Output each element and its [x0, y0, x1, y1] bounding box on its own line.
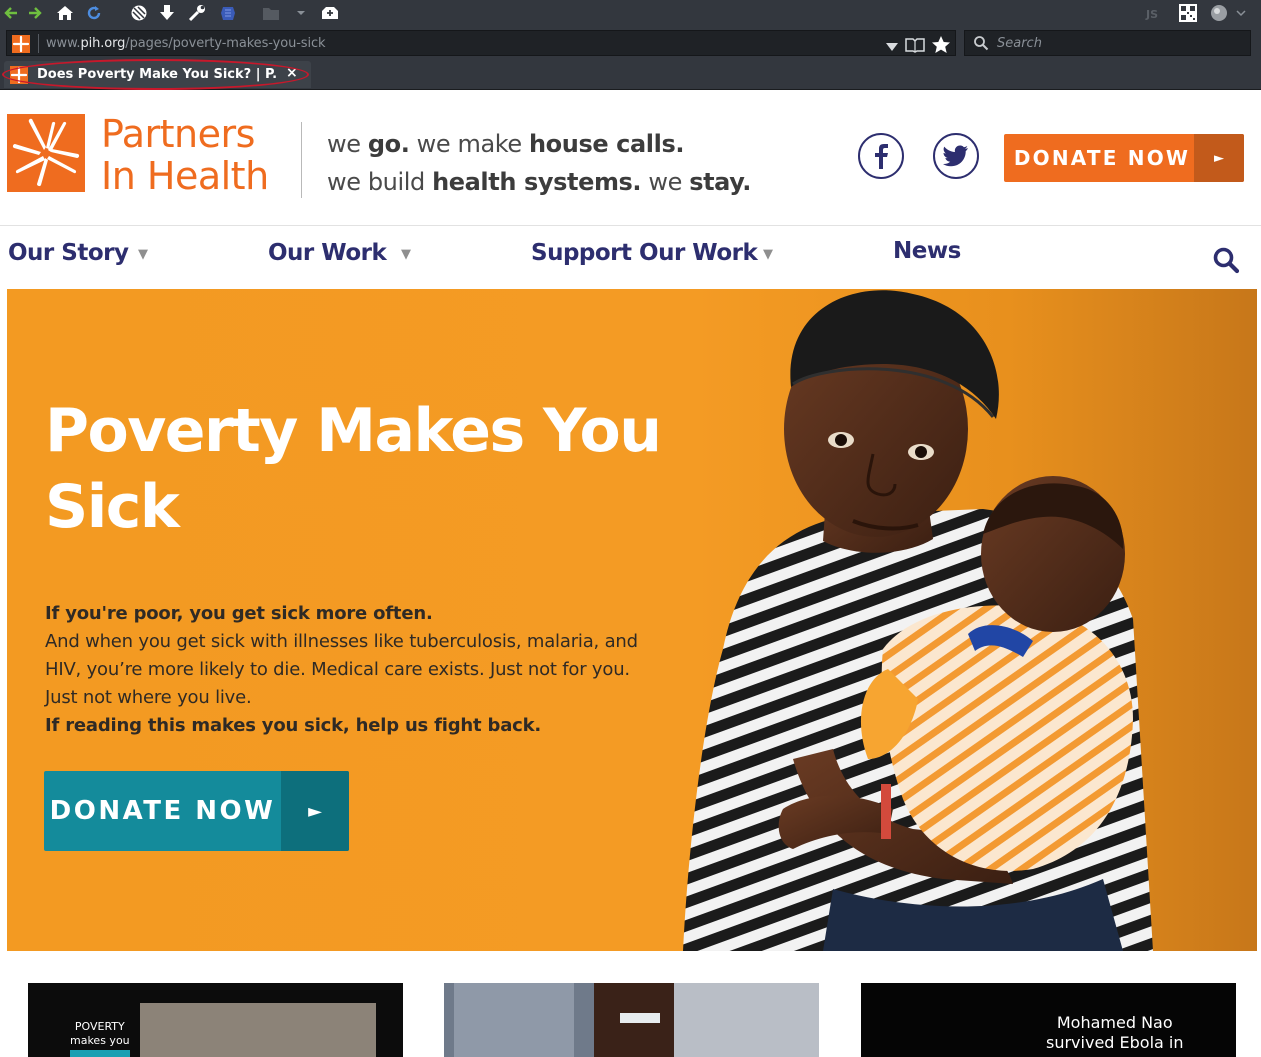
url-actions: [885, 35, 951, 58]
hero-paragraph: And when you get sick with illnesses lik…: [45, 631, 638, 708]
reader-view-icon[interactable]: [905, 37, 925, 57]
download-icon[interactable]: [159, 4, 175, 22]
browser-toolbar: JS: [0, 0, 1261, 28]
thumbnail-caption: Mohamed Nao survived Ebola in: [1046, 1013, 1184, 1052]
hero-photo-mother-and-child: [683, 290, 1153, 951]
main-nav: Our Story ▼ Our Work ▼ Support Our Work …: [0, 227, 1261, 289]
nav-item-support-our-work[interactable]: Support Our Work: [531, 240, 758, 266]
nav-item-our-work[interactable]: Our Work: [268, 240, 387, 266]
tab-strip: Does Poverty Make You Sick? | P... ×: [0, 58, 1261, 90]
url-bar[interactable]: www.pih.org/pages/poverty-makes-you-sick: [6, 30, 956, 56]
play-arrow-icon: ►: [281, 771, 349, 851]
extension-icon[interactable]: [219, 4, 237, 22]
site-favicon-icon: [12, 35, 30, 53]
twitter-icon[interactable]: [933, 133, 979, 179]
thumbnail-wall-image: [674, 983, 819, 1057]
tab-active[interactable]: Does Poverty Make You Sick? | P... ×: [4, 61, 311, 88]
nav-item-news[interactable]: News: [893, 238, 961, 264]
chevron-down-icon[interactable]: ▼: [138, 247, 148, 262]
svg-text:JS: JS: [1145, 8, 1158, 20]
facebook-icon[interactable]: [858, 133, 904, 179]
header-divider: [301, 122, 302, 198]
donate-now-hero-button[interactable]: DONATE NOW ►: [44, 771, 349, 851]
close-tab-icon[interactable]: ×: [286, 65, 298, 81]
thumbnail-wristband-image: [620, 1013, 660, 1023]
tab-title: Does Poverty Make You Sick? | P...: [37, 67, 277, 82]
video-thumbnail-ebola[interactable]: Mohamed Nao survived Ebola in: [861, 983, 1236, 1057]
hero-lead: If you're poor, you get sick more often.: [45, 603, 433, 624]
wrench-icon[interactable]: [188, 4, 206, 22]
back-arrow-icon[interactable]: [4, 4, 18, 22]
globe-icon[interactable]: [1210, 4, 1230, 22]
search-bar[interactable]: Search: [964, 30, 1251, 56]
logo-hands-icon[interactable]: [7, 114, 85, 192]
thumbnail-title-bar: [70, 1050, 130, 1057]
home-icon[interactable]: [56, 4, 74, 22]
video-thumbnail-poverty[interactable]: POVERTY makes you: [28, 983, 403, 1057]
chevron-down-icon[interactable]: ▼: [763, 247, 773, 262]
tab-favicon-icon: [10, 66, 28, 84]
block-icon[interactable]: [130, 4, 148, 22]
search-placeholder: Search: [997, 36, 1042, 51]
qr-code-icon[interactable]: [1178, 4, 1198, 22]
hero-closing: If reading this makes you sick, help us …: [45, 715, 542, 736]
donate-now-header-button[interactable]: DONATE NOW ►: [1004, 134, 1244, 182]
javascript-icon[interactable]: JS: [1145, 4, 1163, 22]
chevron-down-icon[interactable]: [296, 4, 306, 22]
hero-banner: Poverty Makes You Sick If you're poor, y…: [7, 289, 1257, 951]
menu-chevron-icon[interactable]: [1236, 4, 1246, 22]
reload-icon[interactable]: [86, 4, 102, 22]
new-tab-icon[interactable]: [320, 4, 340, 22]
search-icon: [973, 35, 989, 55]
thumbnail-caption: POVERTY makes you: [70, 1020, 130, 1047]
thumbnail-cityscape-image: [140, 1003, 376, 1057]
chevron-down-icon[interactable]: ▼: [401, 247, 411, 262]
donate-now-hero-label: DONATE NOW: [49, 796, 276, 826]
search-icon[interactable]: [1212, 246, 1240, 278]
nav-item-our-story[interactable]: Our Story: [8, 240, 129, 266]
header-tagline: we go. we make house calls. we build hea…: [327, 130, 751, 196]
url-text[interactable]: www.pih.org/pages/poverty-makes-you-sick: [46, 36, 326, 51]
hero-body: If you're poor, you get sick more often.…: [45, 600, 645, 740]
site-header: Partners In Health we go. we make house …: [0, 91, 1261, 226]
url-dropdown-icon[interactable]: [885, 37, 899, 56]
hero-title: Poverty Makes You Sick: [45, 396, 662, 542]
donate-now-header-label: DONATE NOW: [1013, 146, 1191, 170]
address-bar-row: www.pih.org/pages/poverty-makes-you-sick…: [0, 28, 1261, 58]
play-arrow-icon: ►: [1194, 134, 1244, 182]
forward-arrow-icon[interactable]: [28, 4, 42, 22]
logo-wordmark[interactable]: Partners In Health: [101, 113, 269, 197]
bookmark-star-icon[interactable]: [931, 35, 951, 58]
video-thumbnail-ankle[interactable]: [444, 983, 819, 1057]
thumbnail-background-image: [454, 983, 574, 1057]
folder-icon[interactable]: [262, 4, 280, 22]
url-separator: [38, 34, 39, 53]
